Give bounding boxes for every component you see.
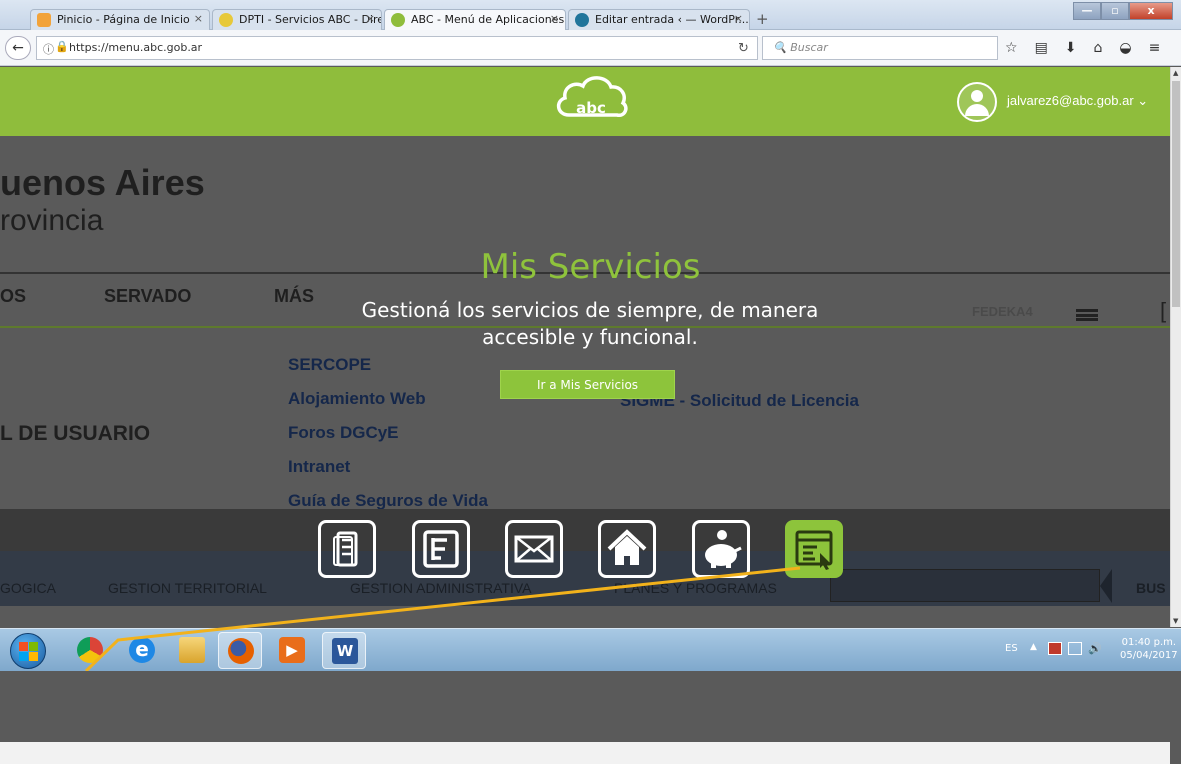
nav-item: PLANES Y PROGRAMAS xyxy=(614,580,777,596)
firefox-icon[interactable] xyxy=(218,632,262,669)
footer-band xyxy=(0,742,1170,764)
lock-icon: 🔒 xyxy=(55,40,69,53)
logo-text: abc xyxy=(576,99,606,117)
media-player-icon[interactable]: ▶ xyxy=(270,632,314,669)
tab-label: Pinicio - Página de Inicio xyxy=(57,13,190,26)
window-controls: — ▫ x xyxy=(1073,2,1173,20)
internet-explorer-icon[interactable]: e xyxy=(120,632,164,669)
nav-item: GOGICA xyxy=(0,580,57,596)
checklist-icon[interactable] xyxy=(318,520,376,578)
ir-a-mis-servicios-button[interactable]: Ir a Mis Servicios xyxy=(500,370,675,399)
back-button[interactable]: ← xyxy=(5,36,31,60)
tab-label: Editar entrada ‹ — WordPr... xyxy=(595,13,749,26)
nav-item: GESTION TERRITORIAL xyxy=(108,580,267,596)
tab-close-icon[interactable]: × xyxy=(734,12,743,25)
bookmark-star-icon[interactable]: ☆ xyxy=(1005,40,1018,56)
tab-dpti[interactable]: DPTI - Servicios ABC - Dire... × xyxy=(212,9,382,30)
user-menu[interactable]: jalvarez6@abc.gob.ar ⌄ xyxy=(1007,93,1148,109)
tab-close-icon[interactable]: × xyxy=(194,12,203,25)
browser-tab-strip: Pinicio - Página de Inicio × DPTI - Serv… xyxy=(0,0,1181,30)
start-button[interactable] xyxy=(10,633,46,669)
link-seguros: Guía de Seguros de Vida xyxy=(288,491,488,510)
scroll-down-icon[interactable]: ▼ xyxy=(1173,617,1178,625)
piggy-bank-icon[interactable] xyxy=(692,520,750,578)
overlay-subtitle-line-1: Gestioná los servicios de siempre, de ma… xyxy=(361,298,819,322)
maximize-button[interactable]: ▫ xyxy=(1101,2,1129,20)
file-explorer-icon[interactable] xyxy=(170,632,214,669)
bookmarks-list-icon[interactable]: ▤ xyxy=(1035,40,1048,56)
new-tab-button[interactable]: + xyxy=(756,10,769,28)
page-search-box xyxy=(830,569,1100,602)
tab-wordpress[interactable]: Editar entrada ‹ — WordPr... × xyxy=(568,9,750,30)
wordpress-icon xyxy=(575,13,589,27)
address-bar[interactable]: ⓘ 🔒 https://menu.abc.gob.ar xyxy=(36,36,758,60)
link-intranet: Intranet xyxy=(288,457,351,476)
page-scrollbar[interactable]: ▲ ▼ xyxy=(1170,67,1181,627)
usuario-heading: L DE USUARIO xyxy=(0,422,151,445)
menu-item: SERVADO xyxy=(104,286,192,306)
pocket-icon[interactable]: ◒ xyxy=(1119,40,1131,56)
download-icon[interactable]: ⬇ xyxy=(1065,40,1077,56)
toolbar-icons: ☆ ▤ ⬇ ⌂ ◒ ≡ xyxy=(1005,40,1160,56)
word-icon[interactable]: W xyxy=(322,632,366,669)
clock[interactable]: 01:40 p.m. 05/04/2017 xyxy=(1120,636,1178,662)
volume-icon[interactable]: 🔊 xyxy=(1088,642,1102,655)
chrome-icon[interactable] xyxy=(68,632,112,669)
nav-item: GESTION ADMINISTRATIVA xyxy=(350,580,532,596)
hamburger-icon xyxy=(1076,309,1098,321)
site-header: abc jalvarez6@abc.gob.ar ⌄ xyxy=(0,67,1170,136)
link-alojamiento: Alojamiento Web xyxy=(288,389,426,408)
organization-chart-icon[interactable] xyxy=(412,520,470,578)
action-center-icon[interactable] xyxy=(1048,642,1062,655)
search-placeholder: Buscar xyxy=(790,41,828,54)
home-icon[interactable]: ⌂ xyxy=(1094,40,1103,56)
show-hidden-icons-icon[interactable]: ▲ xyxy=(1030,642,1044,655)
dark-band xyxy=(0,509,1170,551)
overlay-subtitle-line-2: accesible y funcional. xyxy=(482,325,698,349)
scrollbar-thumb[interactable] xyxy=(1172,81,1180,307)
link-sercope: SERCOPE xyxy=(288,355,372,374)
clock-time: 01:40 p.m. xyxy=(1121,637,1177,648)
scroll-up-icon[interactable]: ▲ xyxy=(1173,69,1178,77)
tab-close-icon[interactable]: × xyxy=(366,12,375,25)
chevron-down-icon: ⌄ xyxy=(1137,93,1149,108)
tab-label: ABC - Menú de Aplicaciones xyxy=(411,13,565,26)
tab-close-icon[interactable]: × xyxy=(550,12,559,25)
overlay-title: Mis Servicios xyxy=(480,247,701,287)
language-indicator[interactable]: ES xyxy=(1005,643,1018,654)
clock-date: 05/04/2017 xyxy=(1120,650,1178,661)
mail-icon[interactable] xyxy=(505,520,563,578)
network-icon[interactable] xyxy=(1068,642,1082,655)
search-tab-label: BUS xyxy=(1136,580,1166,596)
menu-icon[interactable]: ≡ xyxy=(1149,40,1161,56)
minimize-button[interactable]: — xyxy=(1073,2,1101,20)
url-text: https://menu.abc.gob.ar xyxy=(69,41,203,54)
yellow-dot-icon xyxy=(219,13,233,27)
brand-line-2: rovincia xyxy=(0,204,104,237)
menu-item: OS xyxy=(0,286,27,306)
user-email: jalvarez6@abc.gob.ar xyxy=(1007,93,1134,108)
close-window-button[interactable]: x xyxy=(1129,2,1173,20)
home-icon xyxy=(37,13,51,27)
abc-cloud-icon xyxy=(391,13,405,27)
windows-taskbar: e ▶ W ES ▲ 🔊 01:40 p.m. 05/04/2017 xyxy=(0,628,1181,671)
info-icon[interactable]: ⓘ xyxy=(43,41,54,57)
search-arrow xyxy=(1100,569,1112,603)
tab-inicio[interactable]: Pinicio - Página de Inicio × xyxy=(30,9,210,30)
link-foros: Foros DGCyE xyxy=(288,423,399,442)
search-input[interactable]: 🔍 Buscar xyxy=(762,36,998,60)
blurred-label: FEDEKA4 xyxy=(972,304,1033,319)
reload-icon[interactable]: ↻ xyxy=(738,41,749,56)
brand-line-1: uenos Aires xyxy=(0,162,205,203)
tab-abc-menu[interactable]: ABC - Menú de Aplicaciones × xyxy=(384,9,566,30)
browser-toolbar: ← ⓘ 🔒 https://menu.abc.gob.ar ↻ 🔍 Buscar… xyxy=(0,30,1181,66)
menu-item: MÁS xyxy=(274,286,314,306)
avatar[interactable] xyxy=(957,82,997,122)
home-icon[interactable] xyxy=(598,520,656,578)
web-service-icon[interactable] xyxy=(785,520,843,578)
bracket-glyph: [ xyxy=(1160,298,1167,323)
abc-cloud-logo[interactable]: abc xyxy=(551,71,631,123)
tab-label: DPTI - Servicios ABC - Dire... xyxy=(239,13,382,26)
